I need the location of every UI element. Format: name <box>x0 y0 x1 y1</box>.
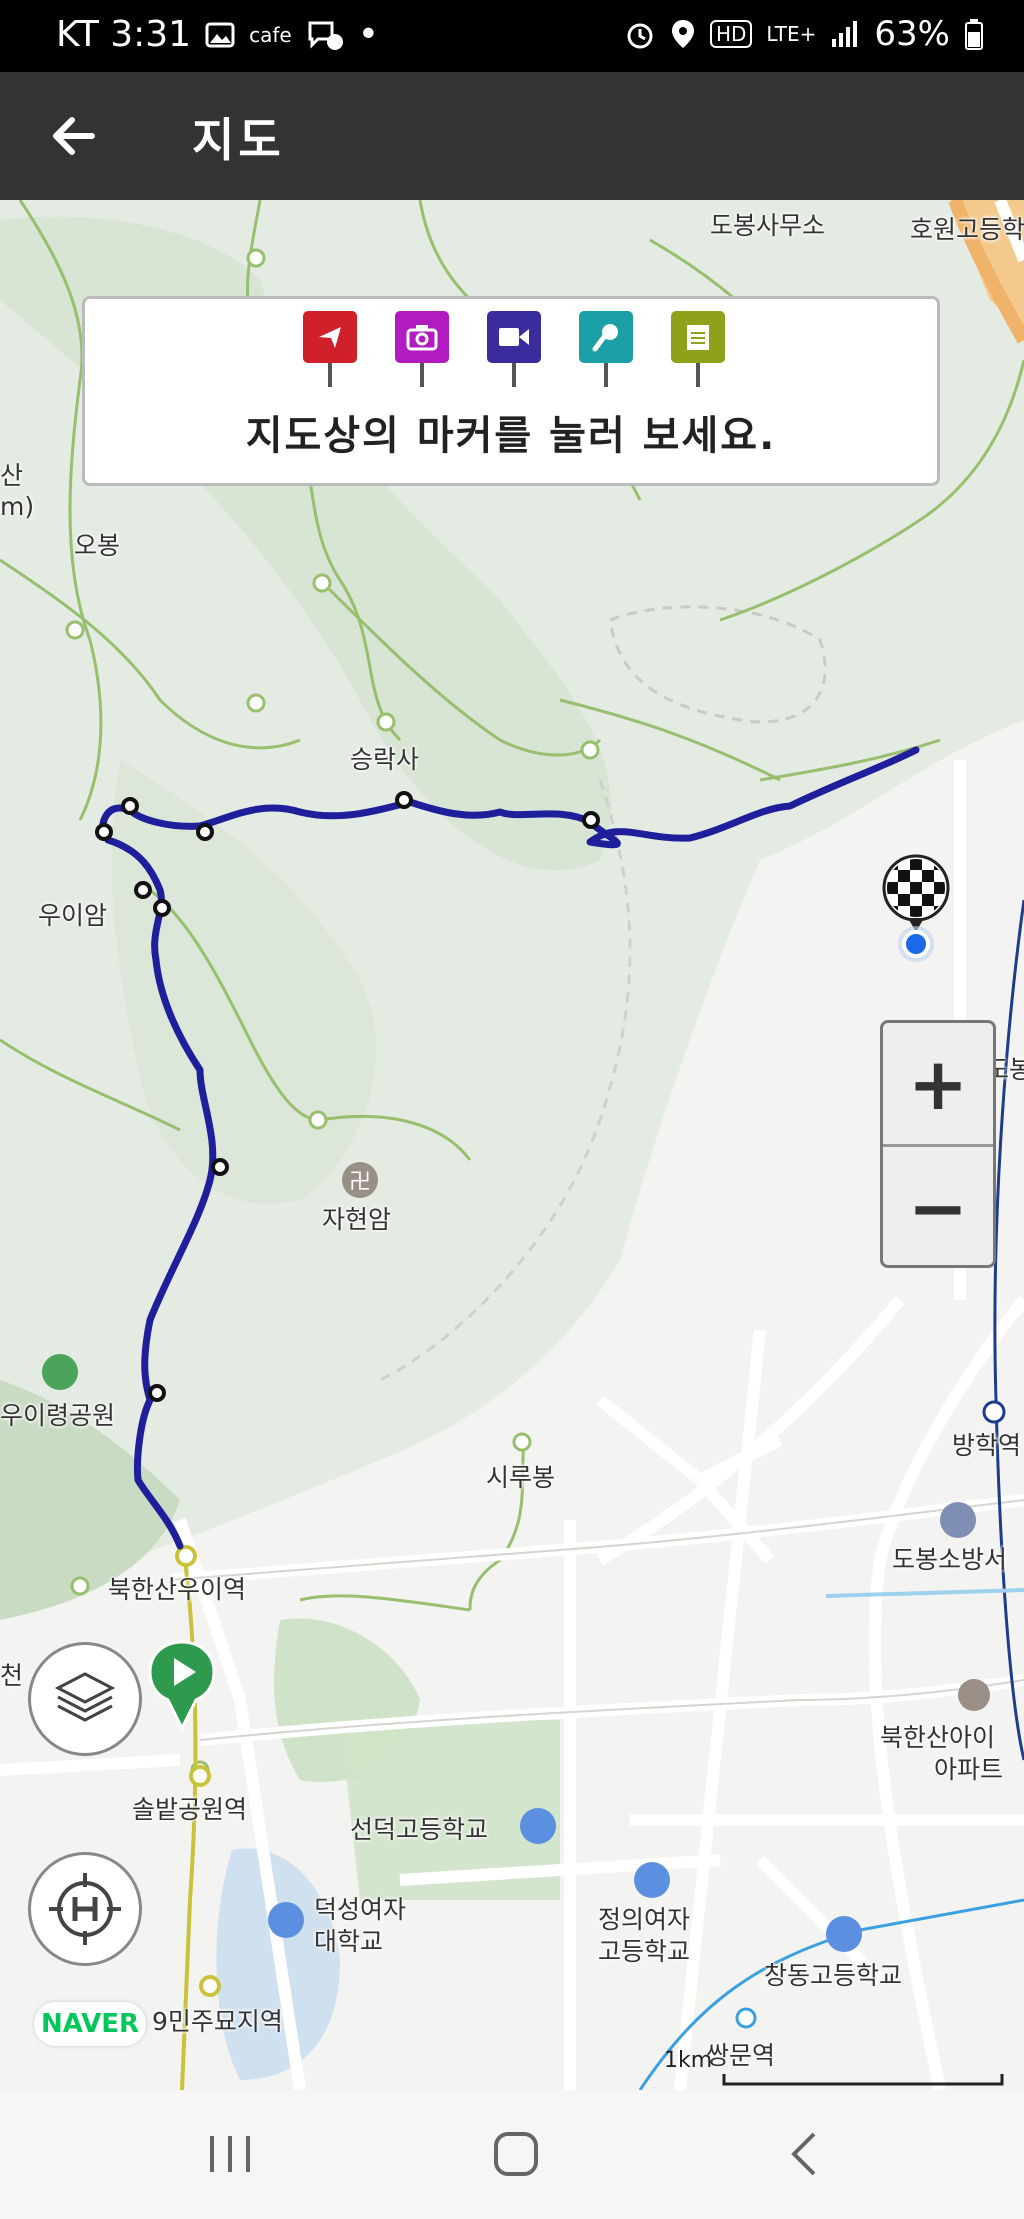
crosshair-location-icon <box>49 1873 121 1945</box>
recent-apps-icon[interactable] <box>200 2126 260 2182</box>
map-label: 천 <box>0 1661 24 1690</box>
audio-marker-legend <box>579 311 633 391</box>
layers-button[interactable] <box>28 1642 142 1756</box>
map-label: 오봉 <box>74 531 121 560</box>
map-label: 북한산우이역 <box>108 1575 247 1604</box>
system-nav-bar <box>0 2090 1024 2219</box>
map-label: 대학교 <box>314 1927 384 1956</box>
map-label: 호원고등학 <box>910 215 1024 244</box>
camera-icon <box>406 325 438 351</box>
home-icon[interactable] <box>486 2126 546 2182</box>
map-label: 창동고등학교 <box>764 1961 903 1990</box>
map-label: 북한산아이 <box>880 1723 996 1752</box>
map-label: 선덕고등학교 <box>350 1815 489 1844</box>
flag-marker-legend <box>303 311 357 391</box>
alarm-icon <box>627 23 653 49</box>
start-marker-icon[interactable] <box>148 1640 216 1730</box>
map-label: 우이령공원 <box>0 1401 116 1430</box>
back-icon[interactable] <box>776 2126 836 2182</box>
finish-marker[interactable] <box>880 854 952 964</box>
map-label: 고등학교 <box>598 1937 691 1966</box>
lte-indicator: LTE+ <box>766 22 817 46</box>
gallery-icon <box>205 22 235 47</box>
battery-icon <box>965 19 983 50</box>
layers-icon <box>54 1672 116 1722</box>
signal-icon <box>832 21 858 47</box>
map-label: 방학역 <box>952 1431 1022 1460</box>
map-label: 덕성여자 <box>314 1895 407 1924</box>
zoom-out-button[interactable]: − <box>883 1144 993 1268</box>
battery-percent: 63% <box>874 14 950 54</box>
map-label: 정의여자 <box>598 1905 691 1934</box>
zoom-in-button[interactable]: + <box>883 1023 993 1144</box>
naver-logo: NAVER <box>34 2002 146 2046</box>
map-label: 산 <box>0 461 24 490</box>
carrier-time: KT 3:31 <box>56 14 192 55</box>
microphone-icon <box>592 324 618 352</box>
checkered-flag-icon <box>882 854 950 962</box>
back-arrow-icon[interactable] <box>44 106 104 166</box>
map-label: 9민주묘지역 <box>152 2007 283 2036</box>
video-icon <box>499 328 529 346</box>
cafe-label: cafe <box>249 22 292 47</box>
marker-hint-panel: 지도상의 마커를 눌러 보세요. <box>82 296 940 486</box>
notepad-icon <box>687 325 709 350</box>
hd-badge: HD <box>709 20 753 48</box>
zoom-controls: + − <box>880 1020 996 1268</box>
svg-text:卍: 卍 <box>349 1170 371 1195</box>
flag-icon <box>319 327 341 348</box>
video-marker-legend <box>487 311 541 391</box>
my-location-button[interactable] <box>28 1852 142 1966</box>
map-label: 아파트 <box>934 1755 1004 1784</box>
location-icon <box>671 20 694 48</box>
map-label: 도봉사무소 <box>710 211 826 240</box>
status-dot: • <box>357 14 379 55</box>
status-bar: KT 3:31 cafe • HD LTE+ 63% <box>0 0 1024 72</box>
map-label: 자현암 <box>322 1205 392 1234</box>
map-label: m) <box>0 492 35 521</box>
hint-text: 지도상의 마커를 눌러 보세요. <box>245 413 777 459</box>
memo-marker-legend <box>671 311 725 391</box>
map-label: 우이암 <box>38 901 108 930</box>
map-label: 도봉소방서 <box>892 1545 1008 1574</box>
messenger-icon <box>308 21 343 50</box>
scale-bar <box>722 2074 1004 2086</box>
page-title: 지도 <box>192 113 285 167</box>
map-label: 승락사 <box>350 745 420 774</box>
photo-marker-legend <box>395 311 449 391</box>
app-bar: 지도 <box>0 72 1024 200</box>
map-label: 시루봉 <box>486 1463 556 1492</box>
map-label: 솔밭공원역 <box>132 1795 248 1824</box>
